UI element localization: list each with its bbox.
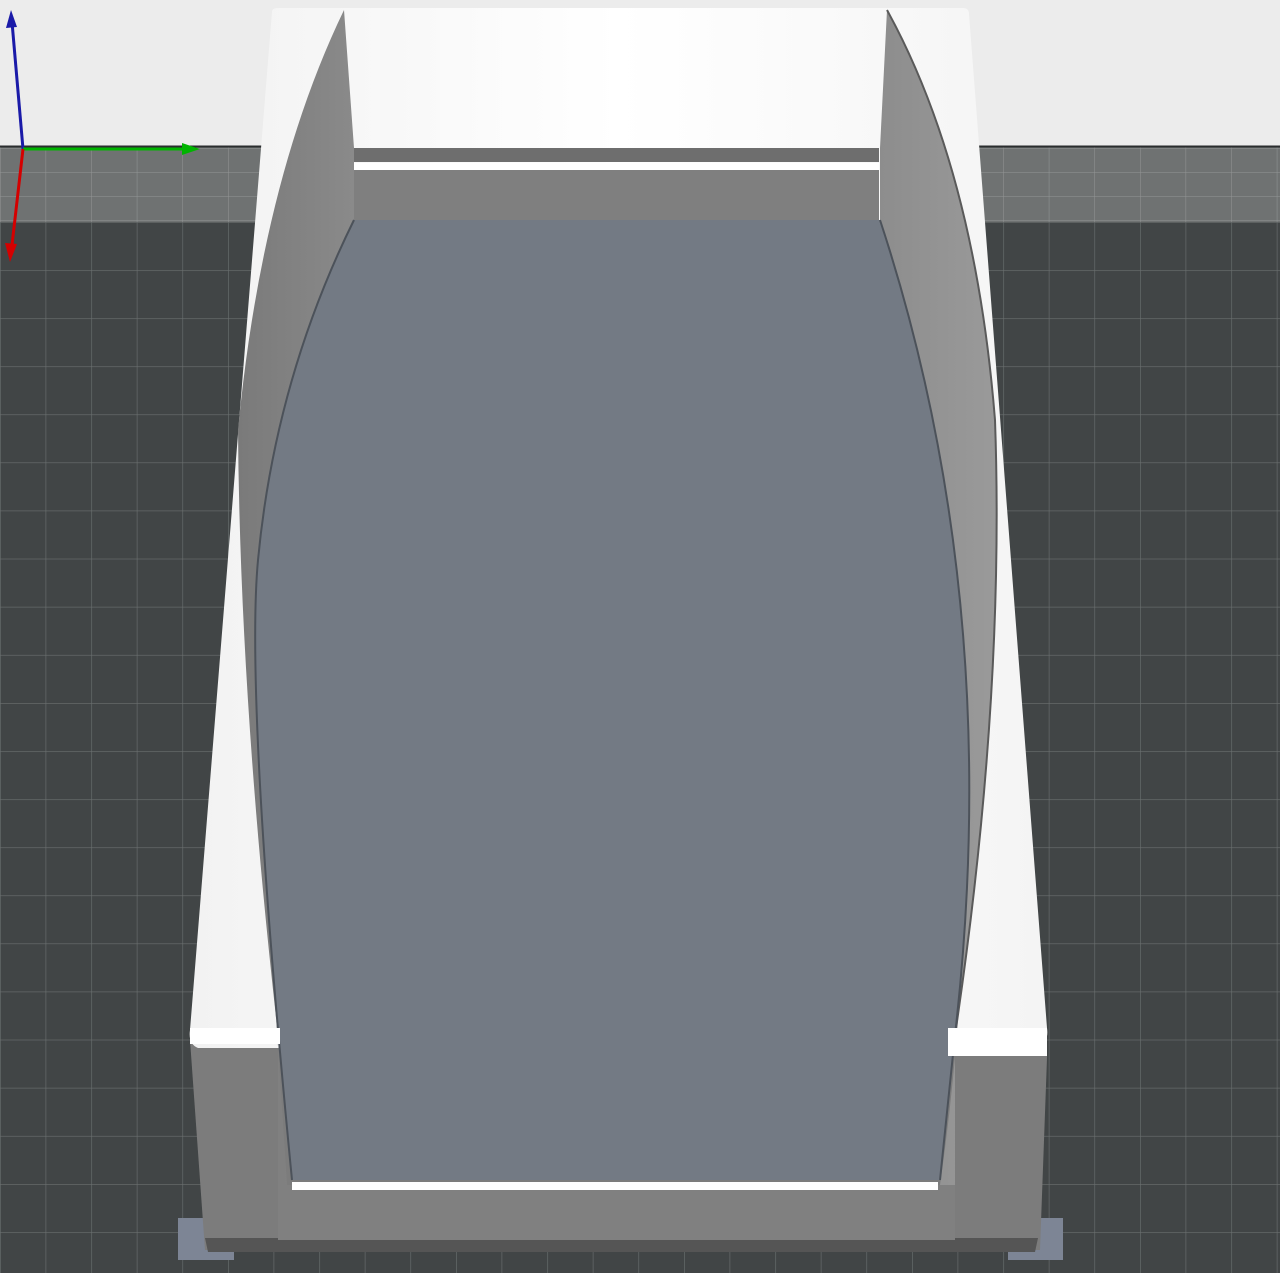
model-object[interactable] [189,8,1048,1252]
model-rear-rail-top [354,148,879,162]
model-left-ledge [190,1028,280,1044]
model-right-ledge [948,1028,1047,1056]
model-front-wall [278,1185,955,1240]
model-base-bottom-shadow [205,1238,1038,1252]
3d-viewport[interactable] [0,0,1280,1273]
model-selected-floor[interactable] [255,220,970,1180]
model-front-rail-highlight [292,1182,938,1190]
model-rear-rail-highlight [354,163,879,170]
model-rear-wall-inner [354,170,879,222]
scene-canvas[interactable] [0,0,1280,1273]
